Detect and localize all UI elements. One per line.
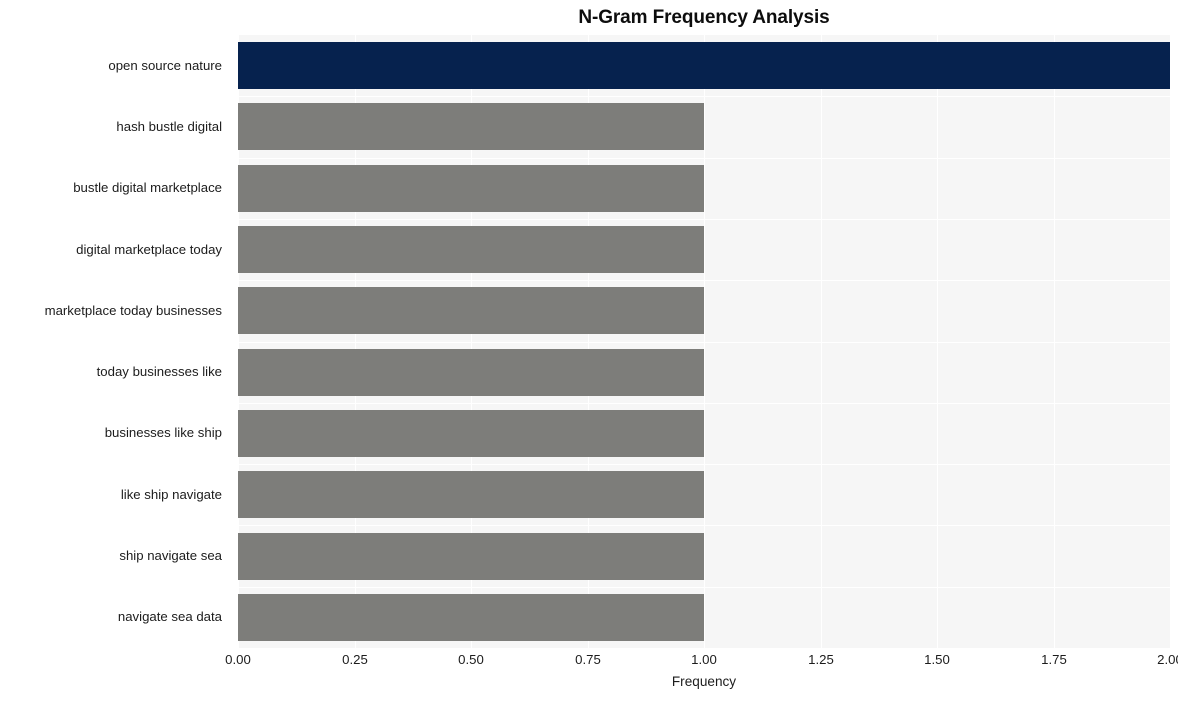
x-axis-tick-label: 1.50: [924, 652, 950, 667]
gridline-horizontal: [238, 525, 1170, 526]
x-axis-tick-label: 0.75: [575, 652, 601, 667]
y-axis-tick-label: businesses like ship: [104, 425, 222, 440]
x-axis-tick-label: 0.00: [225, 652, 251, 667]
y-axis-tick-label: like ship navigate: [120, 487, 222, 502]
bar[interactable]: [238, 103, 704, 150]
y-axis-tick-label: digital marketplace today: [76, 242, 222, 257]
x-axis-tick-label: 1.25: [808, 652, 834, 667]
y-axis-tick-label: ship navigate sea: [119, 548, 222, 563]
bar[interactable]: [238, 42, 1170, 89]
x-axis-tick-labels: 0.00 0.25 0.50 0.75 1.00 1.25 1.50 1.75 2.00: [225, 652, 1178, 672]
x-axis-tick-label: 2.00: [1157, 652, 1178, 667]
gridline-horizontal: [238, 219, 1170, 220]
bar[interactable]: [238, 533, 704, 580]
bar[interactable]: [238, 165, 704, 212]
y-axis-tick-labels: open source nature hash bustle digital bus…: [0, 35, 230, 648]
bar[interactable]: [238, 226, 704, 273]
chart-figure: N-Gram Frequency Analysis open source na…: [0, 0, 1178, 701]
bar[interactable]: [238, 349, 704, 396]
x-axis-tick-label: 0.50: [458, 652, 484, 667]
gridline-horizontal: [238, 342, 1170, 343]
x-axis-tick-label: 0.25: [342, 652, 368, 667]
plot-area: [238, 35, 1170, 648]
bar[interactable]: [238, 287, 704, 334]
y-axis-tick-label: bustle digital marketplace: [73, 180, 222, 195]
y-axis-tick-label: hash bustle digital: [116, 119, 222, 134]
y-axis-tick-label: marketplace today businesses: [44, 303, 222, 318]
y-axis-tick-label: navigate sea data: [117, 609, 222, 624]
gridline-horizontal: [238, 464, 1170, 465]
gridline-horizontal: [238, 96, 1170, 97]
gridline-horizontal: [238, 587, 1170, 588]
gridline-horizontal: [238, 280, 1170, 281]
x-axis-tick-label: 1.00: [691, 652, 717, 667]
y-axis-tick-label: open source nature: [108, 58, 222, 73]
y-axis-tick-label: today businesses like: [96, 364, 222, 379]
gridline-horizontal: [238, 403, 1170, 404]
bar[interactable]: [238, 410, 704, 457]
x-axis-tick-label: 1.75: [1041, 652, 1067, 667]
bar[interactable]: [238, 594, 704, 641]
page-title: N-Gram Frequency Analysis: [578, 7, 830, 28]
gridline-horizontal: [238, 158, 1170, 159]
bar[interactable]: [238, 471, 704, 518]
x-axis-label: Frequency: [671, 674, 737, 689]
